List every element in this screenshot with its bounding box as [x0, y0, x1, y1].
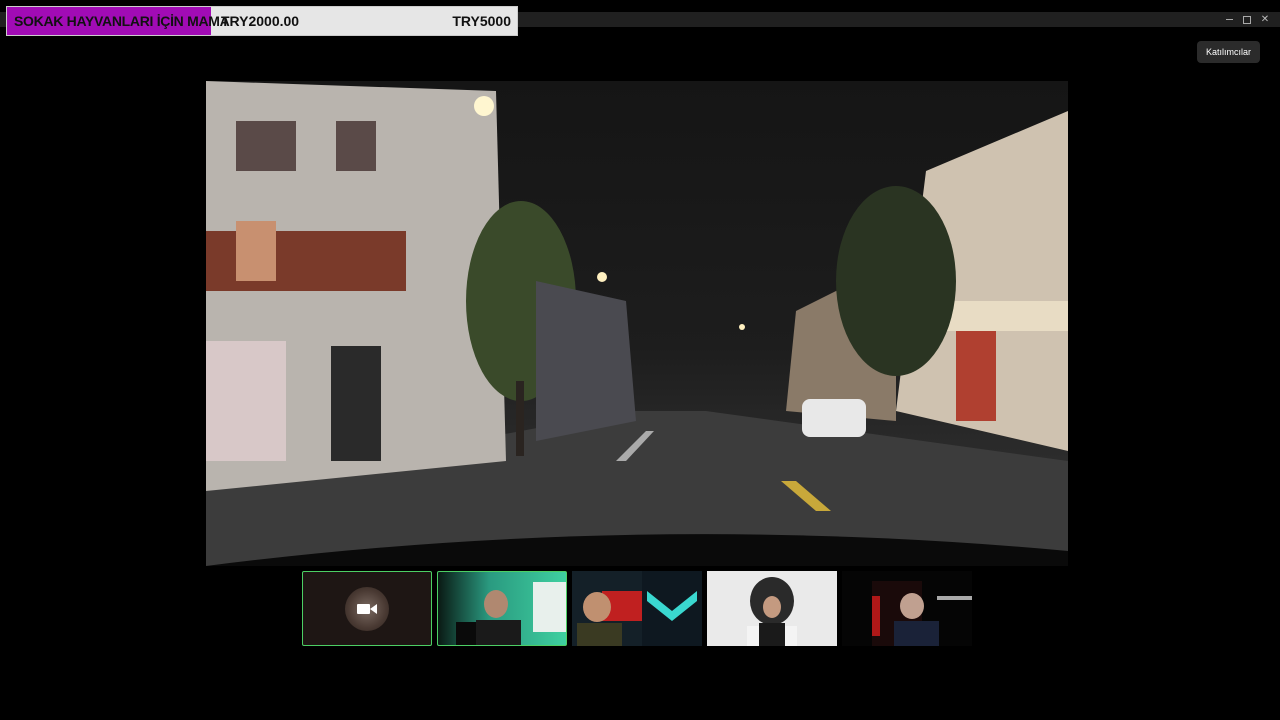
- donation-goal-bar: SOKAK HAYVANLARI İÇİN MAMA TRY2000.00 TR…: [6, 6, 518, 36]
- participant-video: [747, 577, 797, 646]
- maximize-icon[interactable]: [1238, 12, 1256, 27]
- donation-goal-amount: TRY5000: [452, 13, 511, 29]
- donation-title: SOKAK HAYVANLARI İÇİN MAMA: [14, 13, 230, 29]
- camera-icon: [357, 603, 377, 614]
- window-controls: ✕: [1220, 12, 1274, 27]
- participant-video: [456, 582, 566, 645]
- participants-tooltip: Katılımcılar: [1197, 41, 1260, 63]
- close-icon[interactable]: ✕: [1256, 12, 1274, 27]
- participant-video: [872, 581, 972, 646]
- participant-video: [577, 571, 702, 646]
- street-scene-image: [206, 81, 1068, 566]
- participant-tile-5[interactable]: [842, 571, 972, 646]
- participant-tile-2[interactable]: [437, 571, 567, 646]
- participant-tile-1[interactable]: [302, 571, 432, 646]
- avatar: [345, 586, 389, 631]
- participant-tile-4[interactable]: [707, 571, 837, 646]
- main-video-feed[interactable]: [206, 81, 1068, 566]
- donation-current-amount: TRY2000.00: [221, 13, 300, 29]
- participant-tile-3[interactable]: [572, 571, 702, 646]
- minimize-icon[interactable]: [1220, 12, 1238, 27]
